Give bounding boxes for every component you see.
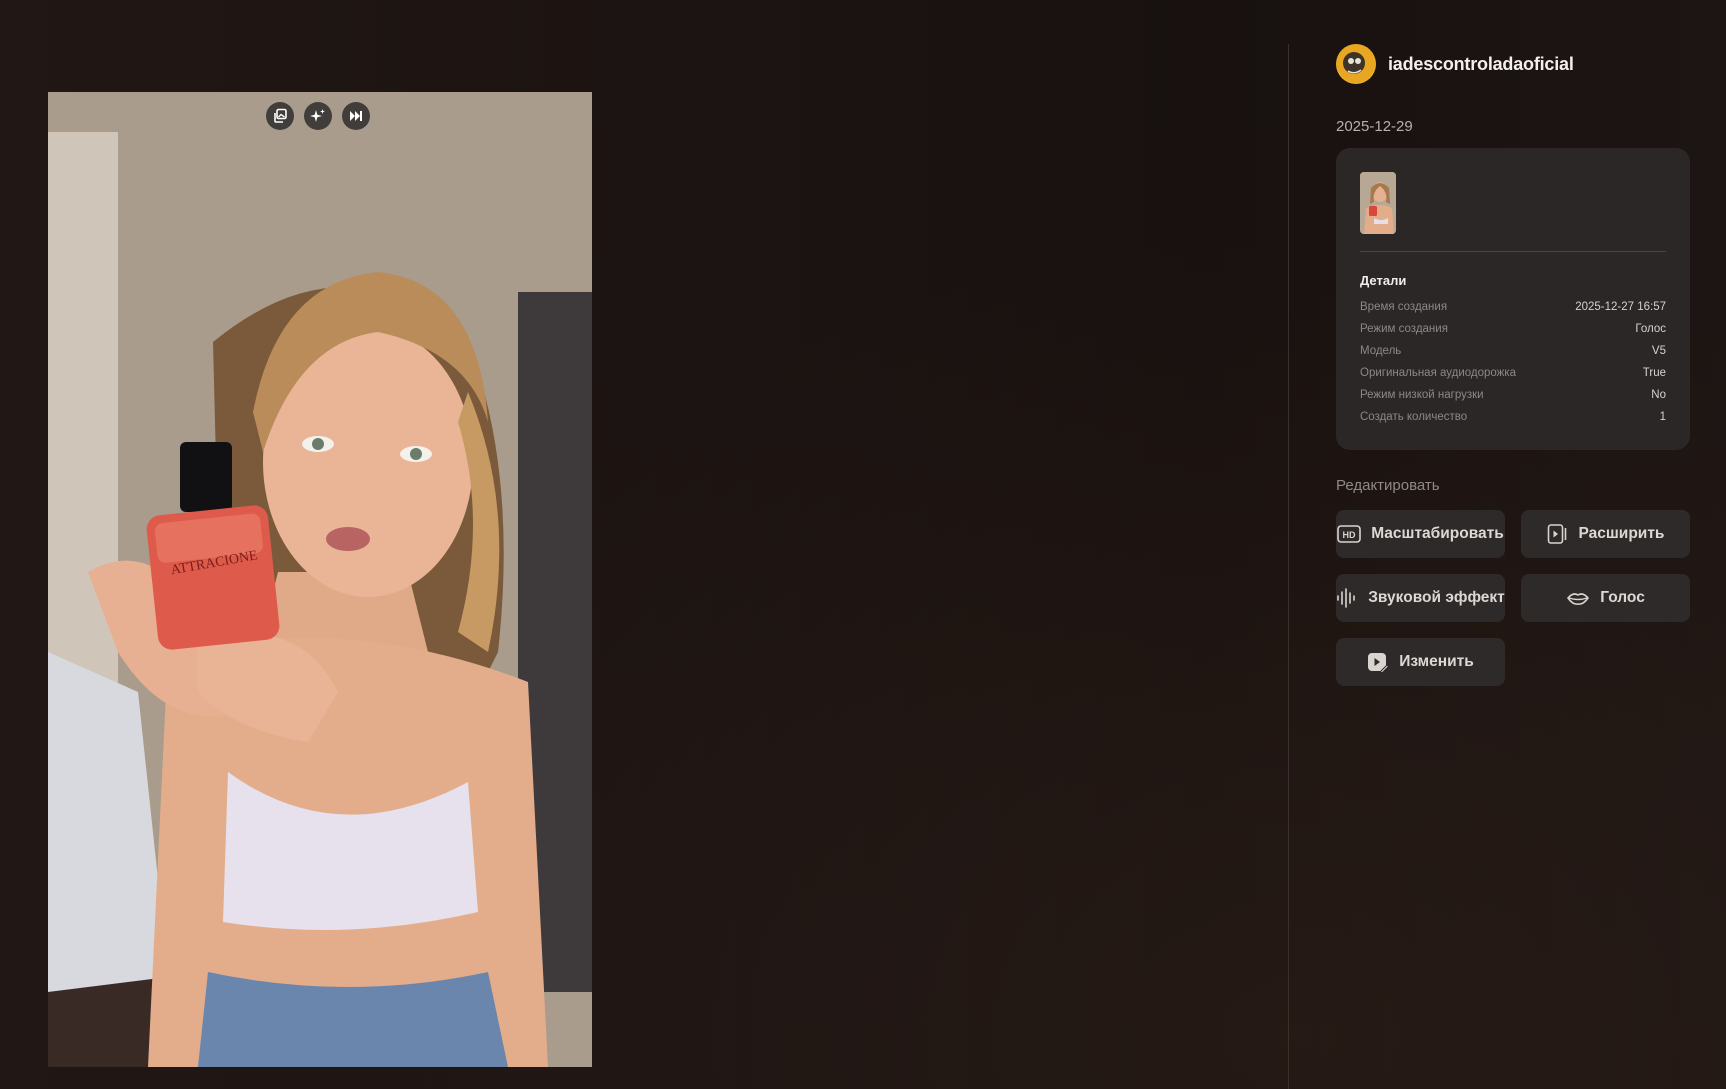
detail-value: V5	[1651, 345, 1666, 357]
detail-label: Режим создания	[1360, 323, 1448, 335]
extend-button-label: Расширить	[1578, 525, 1665, 542]
preview-image: ATTRACIONE	[48, 92, 592, 1067]
extend-button[interactable]: Расширить	[1521, 510, 1690, 558]
lips-icon	[1567, 593, 1590, 605]
voice-button[interactable]: Голос	[1521, 574, 1690, 622]
upscale-button-label: Масштабировать	[1371, 525, 1504, 542]
detail-row-original-audio: Оригинальная аудиодорожка True	[1360, 366, 1666, 380]
detail-label: Создать количество	[1360, 411, 1468, 423]
post-date: 2025-12-29	[1336, 118, 1413, 135]
extend-video-icon	[1547, 524, 1566, 544]
details-title: Детали	[1360, 273, 1407, 288]
media-toolbar	[266, 102, 370, 130]
user-row[interactable]: iadescontroladaoficial	[1336, 44, 1574, 84]
detail-value: True	[1642, 367, 1666, 379]
voice-button-label: Голос	[1600, 589, 1645, 606]
detail-row-creation-mode: Режим создания Голос	[1360, 322, 1666, 336]
card-divider	[1360, 251, 1666, 252]
detail-value: 2025-12-27 16:57	[1575, 301, 1666, 313]
details-card: Детали Время создания 2025-12-27 16:57 Р…	[1336, 148, 1690, 450]
detail-value: 1	[1659, 411, 1666, 423]
skip-next-icon	[350, 111, 362, 121]
upscale-button[interactable]: HD Масштабировать	[1336, 510, 1505, 558]
hd-icon: HD	[1337, 525, 1362, 543]
thumbnail-image	[1360, 172, 1396, 234]
sound-effect-button[interactable]: Звуковой эффект	[1336, 574, 1505, 622]
copy-image-icon	[274, 108, 287, 123]
detail-label: Время создания	[1360, 301, 1448, 313]
page: ATTRACIONE iadescontroladaoficial 2025-1…	[0, 0, 1726, 1089]
detail-label: Модель	[1360, 345, 1402, 357]
detail-row-model: Модель V5	[1360, 344, 1666, 358]
enhance-button[interactable]	[304, 102, 332, 130]
edit-video-icon	[1368, 653, 1390, 673]
panel-divider	[1288, 44, 1289, 1089]
skip-next-button[interactable]	[342, 102, 370, 130]
detail-value: Голос	[1635, 323, 1666, 335]
modify-button[interactable]: Изменить	[1336, 638, 1505, 686]
video-preview[interactable]: ATTRACIONE	[48, 92, 592, 1067]
detail-label: Оригинальная аудиодорожка	[1360, 367, 1517, 379]
avatar-image	[1337, 45, 1375, 83]
avatar[interactable]	[1336, 44, 1376, 84]
detail-row-count: Создать количество 1	[1360, 410, 1666, 424]
svg-text:HD: HD	[1343, 530, 1356, 540]
sparkle-icon	[310, 109, 325, 122]
detail-row-created-time: Время создания 2025-12-27 16:57	[1360, 300, 1666, 314]
detail-label: Режим низкой нагрузки	[1360, 389, 1484, 401]
sound-wave-icon	[1337, 588, 1356, 608]
thumbnail[interactable]	[1360, 172, 1396, 234]
sound-effect-button-label: Звуковой эффект	[1368, 589, 1505, 606]
edit-section-title: Редактировать	[1336, 477, 1440, 494]
copy-image-button[interactable]	[266, 102, 294, 130]
username[interactable]: iadescontroladaoficial	[1388, 54, 1574, 75]
modify-button-label: Изменить	[1399, 653, 1474, 670]
detail-value: No	[1651, 389, 1666, 401]
detail-row-low-load-mode: Режим низкой нагрузки No	[1360, 388, 1666, 402]
